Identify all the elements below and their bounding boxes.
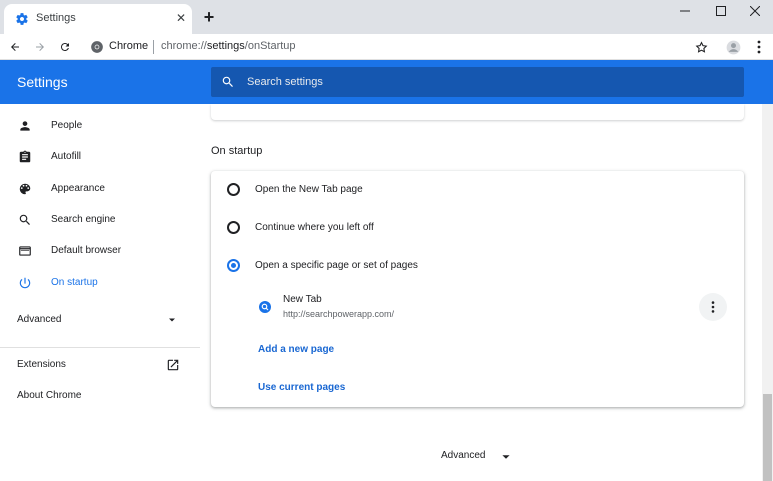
startup-page-title: New Tab [283,294,322,305]
startup-page-url: http://searchpowerapp.com/ [283,309,395,319]
url-host: settings [206,40,245,52]
forward-button[interactable] [31,38,49,56]
caret-down-icon [169,318,175,322]
new-tab-button[interactable]: + [200,8,218,26]
option-specific-pages[interactable]: Open a specific page or set of pages [211,247,744,283]
option-label: Open the New Tab page [255,184,363,195]
bookmark-button[interactable] [692,38,710,56]
reload-icon [61,43,69,51]
sidebar-divider [0,347,200,348]
sidebar-item-about[interactable]: About Chrome [0,382,195,410]
person-icon [17,118,33,134]
search-icon [17,212,33,228]
url-path: /onStartup [244,40,296,52]
close-icon [750,6,760,16]
palette-icon [17,181,33,197]
sidebar-item-autofill[interactable]: Autofill [0,143,195,171]
tab-close-button[interactable]: ✕ [174,11,188,25]
option-label: Continue where you left off [255,222,374,233]
sidebar-item-default-browser[interactable]: Default browser [0,237,195,265]
radio-button[interactable] [227,183,240,196]
open-in-new-icon [167,359,179,371]
clipboard-icon [17,149,33,165]
star-icon [695,40,707,53]
sidebar-item-label: On startup [51,277,98,288]
search-favicon-icon [259,301,271,313]
reload-button[interactable] [56,38,74,56]
caret-down-icon[interactable] [500,451,512,463]
site-chip-label: Chrome [109,40,149,52]
search-box[interactable] [211,67,744,97]
chrome-icon [91,41,103,53]
avatar-icon [726,40,740,54]
back-arrow-icon [11,43,19,51]
advanced-button[interactable]: Advanced [441,450,485,461]
minimize-icon [680,10,690,12]
maximize-button[interactable] [703,0,739,22]
on-startup-card: Open the New Tab page Continue where you… [211,171,744,407]
search-icon [222,76,233,87]
search-input[interactable] [247,67,727,97]
back-button[interactable] [6,38,24,56]
url-scheme: chrome:// [161,40,207,52]
scrollbar-thumb[interactable] [763,394,772,481]
sidebar-advanced-toggle[interactable]: Advanced [0,306,195,334]
sidebar-item-people[interactable]: People [0,112,195,140]
sidebar-item-extensions[interactable]: Extensions [0,351,195,379]
sidebar-item-label: Default browser [51,245,122,256]
previous-section-card [211,104,744,120]
forward-arrow-icon [36,43,44,51]
maximize-icon [716,6,726,16]
omnibox[interactable]: Chrome chrome://settings/onStartup [88,37,718,57]
add-new-page-link[interactable]: Add a new page [258,344,334,355]
more-vert-icon [711,301,715,313]
sidebar-item-label: Search engine [51,214,116,225]
sidebar-item-search-engine[interactable]: Search engine [0,206,195,234]
startup-page-entry: New Tab http://searchpowerapp.com/ [211,287,744,327]
sidebar-advanced-label: Advanced [17,314,62,325]
profile-button[interactable] [724,38,742,56]
sidebar-item-label: Extensions [17,359,66,370]
tab-strip: Settings ✕ + [0,0,773,34]
sidebar-item-label: About Chrome [17,390,82,401]
sidebar-item-on-startup[interactable]: On startup [0,269,195,297]
scrollbar[interactable] [762,104,773,481]
sidebar: People Autofill Appearance Search engine… [0,104,200,481]
radio-button-checked[interactable] [227,259,240,272]
option-new-tab[interactable]: Open the New Tab page [211,171,744,207]
sidebar-item-label: People [51,120,83,131]
menu-button[interactable] [750,38,768,56]
url-text[interactable]: chrome://settings/onStartup [161,40,296,52]
option-continue[interactable]: Continue where you left off [211,209,744,245]
omnibox-separator [153,40,154,54]
page-more-actions-button[interactable] [699,293,727,321]
more-vert-icon [757,40,761,54]
tab-title: Settings [36,12,76,24]
option-label: Open a specific page or set of pages [255,260,418,271]
sidebar-item-appearance[interactable]: Appearance [0,175,195,203]
browser-toolbar: Chrome chrome://settings/onStartup [0,34,773,60]
power-icon [17,275,33,291]
tab-settings[interactable]: Settings ✕ [4,4,192,34]
radio-button[interactable] [227,221,240,234]
sidebar-item-label: Autofill [51,151,82,162]
use-current-pages-link[interactable]: Use current pages [258,382,345,393]
close-window-button[interactable] [737,0,773,22]
minimize-button[interactable] [667,0,703,22]
page-title: Settings [17,74,68,90]
gear-icon [16,13,28,25]
browser-icon [17,243,33,259]
section-title-on-startup: On startup [211,145,263,157]
sidebar-item-label: Appearance [51,183,105,194]
settings-header: Settings [0,60,773,104]
